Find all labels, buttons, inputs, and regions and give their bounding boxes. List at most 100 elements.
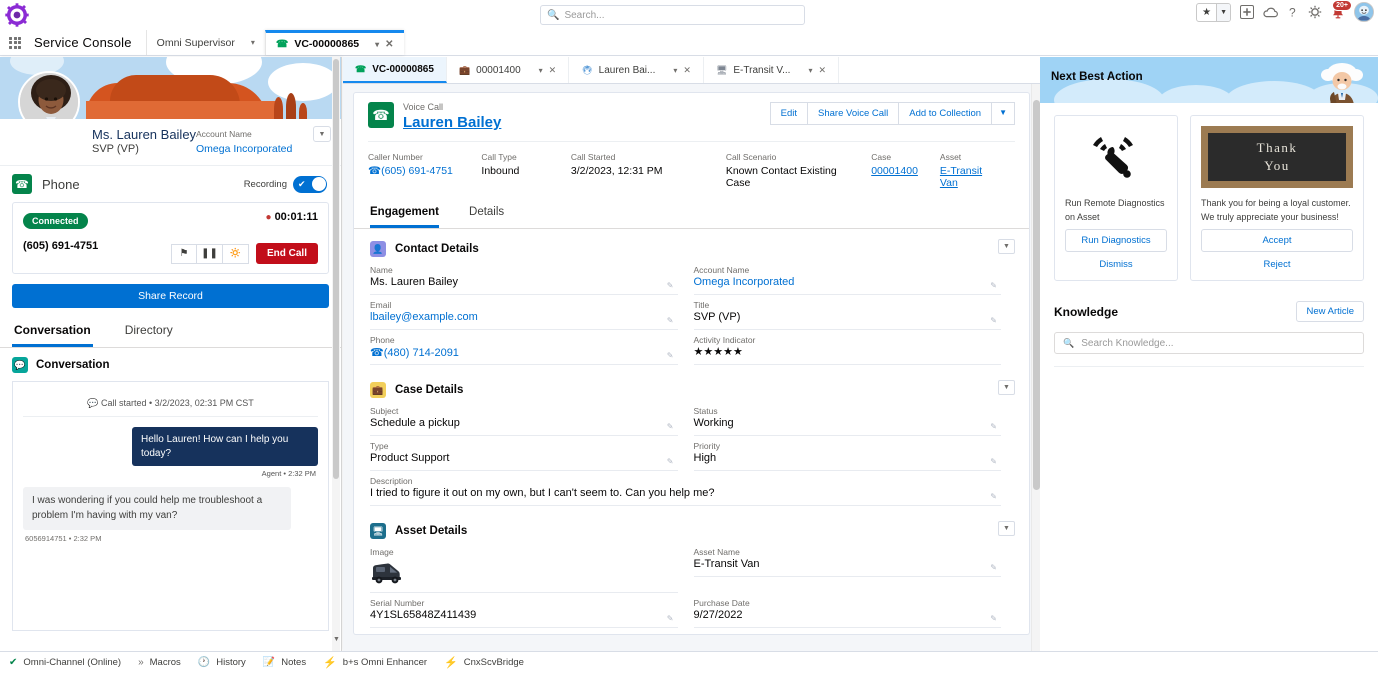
global-search-input[interactable]: 🔍 Search... — [540, 5, 805, 25]
call-timer: ● 00:01:11 — [265, 211, 318, 223]
nav-tab-omni-supervisor[interactable]: Omni Supervisor ▾ — [145, 30, 265, 55]
user-avatar-icon[interactable] — [1354, 2, 1374, 22]
sub-tab-label: 00001400 — [476, 64, 521, 76]
chevron-down-icon[interactable]: ▼ — [313, 126, 331, 142]
field-value[interactable]: ☎(605) 691-4751 — [368, 165, 465, 177]
utility-cnxscvbridge[interactable]: ⚡ CnxScvBridge — [440, 656, 537, 669]
tab-conversation[interactable]: Conversation — [12, 320, 93, 347]
bell-icon[interactable]: 20+ — [1331, 0, 1352, 20]
add-to-collection-button[interactable]: Add to Collection — [898, 102, 992, 125]
field-value-link[interactable]: lbailey@example.com — [370, 311, 678, 331]
new-article-button[interactable]: New Article — [1296, 301, 1364, 322]
share-voice-call-button[interactable]: Share Voice Call — [807, 102, 899, 125]
edit-pencil-icon[interactable]: ✎ — [667, 316, 674, 325]
utility-bs-omni-enhancer[interactable]: ⚡ b+s Omni Enhancer — [319, 656, 440, 669]
left-panel-scrollbar[interactable]: ▼ — [332, 57, 340, 651]
sub-tab-asset-e-transit-van[interactable]: 🖥 E-Transit V... ▾ ✕ — [704, 57, 839, 83]
plus-icon[interactable] — [1240, 5, 1254, 19]
knowledge-search-input[interactable]: 🔍 Search Knowledge... — [1054, 332, 1364, 354]
edit-pencil-icon[interactable]: ✎ — [990, 492, 997, 501]
run-diagnostics-button[interactable]: Run Diagnostics — [1065, 229, 1167, 252]
more-actions-chevron-down-icon[interactable]: ▼ — [991, 102, 1015, 125]
account-name-link[interactable]: Omega Incorporated — [196, 143, 292, 155]
pause-icon[interactable]: ❚❚ — [196, 243, 223, 264]
field-email: Email lbailey@example.com ✎ — [368, 300, 692, 331]
main-panel-scrollbar[interactable] — [1031, 84, 1040, 651]
chevron-down-icon[interactable]: ▾ — [673, 66, 677, 75]
utility-notes[interactable]: 📝 Notes — [259, 657, 319, 668]
edit-pencil-icon[interactable]: ✎ — [667, 614, 674, 623]
macros-icon: » — [138, 657, 144, 668]
chevron-down-icon[interactable]: ▾ — [375, 40, 379, 49]
field-value-link[interactable]: 00001400 — [871, 165, 924, 177]
edit-pencil-icon[interactable]: ✎ — [667, 281, 674, 290]
nav-tab-vc-00000865[interactable]: ☎ VC-00000865 ▾ ✕ — [264, 30, 404, 55]
edit-pencil-icon[interactable]: ✎ — [990, 614, 997, 623]
section-collapse-chevron-down-icon[interactable]: ▼ — [998, 380, 1015, 396]
utility-label: Notes — [281, 657, 307, 668]
edit-button[interactable]: Edit — [769, 102, 808, 125]
mute-icon[interactable]: 🔅 — [222, 243, 249, 264]
flag-icon[interactable]: ⚑ — [170, 243, 197, 264]
edit-pencil-icon[interactable]: ✎ — [990, 316, 997, 325]
field-label: Asset — [939, 152, 962, 163]
field-status: Status Working ✎ — [692, 406, 1016, 437]
field-value-phone[interactable]: ☎(480) 714-2091 — [370, 346, 678, 366]
scrollbar-thumb[interactable] — [333, 59, 339, 479]
section-collapse-chevron-down-icon[interactable]: ▼ — [998, 521, 1015, 537]
sub-tab-voice-call[interactable]: ☎ VC-00000865 — [343, 57, 447, 83]
utility-omni-channel[interactable]: ✔ Omni-Channel (Online) — [5, 657, 134, 668]
tab-engagement[interactable]: Engagement — [370, 206, 440, 229]
edit-pencil-icon[interactable]: ✎ — [667, 457, 674, 466]
app-launcher-icon[interactable] — [0, 30, 30, 55]
accept-button[interactable]: Accept — [1201, 229, 1353, 252]
contact-details-fields: Name Ms. Lauren Bailey ✎ Account Name Om… — [354, 265, 1029, 370]
edit-pencil-icon[interactable]: ✎ — [990, 563, 997, 572]
share-record-button[interactable]: Share Record — [12, 284, 329, 308]
contact-identity: Ms. Lauren Bailey SVP (VP) Account Name … — [0, 119, 341, 165]
field-value-link[interactable]: Omega Incorporated — [693, 276, 1001, 296]
chevron-down-icon[interactable]: ▼ — [1216, 3, 1230, 21]
favorites-control[interactable]: ★ ▼ — [1196, 2, 1231, 22]
close-icon[interactable]: ✕ — [683, 65, 691, 76]
next-best-action-header: Next Best Action — [1040, 57, 1378, 103]
dismiss-link[interactable]: Dismiss — [1065, 252, 1167, 271]
chevron-down-icon[interactable]: ▾ — [808, 66, 812, 75]
sub-tab-case-00001400[interactable]: 💼 00001400 ▾ ✕ — [447, 57, 570, 83]
close-icon[interactable]: ✕ — [549, 65, 557, 76]
field-value: 4Y1SL65848Z411439 — [370, 609, 678, 629]
chevron-down-icon[interactable]: ▾ — [251, 38, 255, 47]
edit-pencil-icon[interactable]: ✎ — [990, 457, 997, 466]
close-icon[interactable]: ✕ — [818, 65, 826, 76]
section-title: Contact Details — [395, 243, 479, 256]
field-value-link[interactable]: E-Transit Van — [940, 165, 999, 189]
chevron-down-icon[interactable]: ▾ — [539, 66, 543, 75]
tab-details[interactable]: Details — [469, 206, 504, 228]
next-best-action-title: Next Best Action — [1051, 71, 1143, 83]
tab-directory[interactable]: Directory — [123, 320, 175, 347]
sub-tab-contact-lauren-bailey[interactable]: 🖲 Lauren Bai... ▾ ✕ — [569, 57, 704, 83]
scroll-down-arrow-icon[interactable]: ▼ — [333, 636, 340, 643]
recording-toggle[interactable]: ✔ — [293, 175, 327, 193]
record-title[interactable]: Lauren Bailey — [403, 113, 501, 133]
end-call-button[interactable]: End Call — [255, 243, 318, 264]
edit-pencil-icon[interactable]: ✎ — [667, 422, 674, 431]
edit-pencil-icon[interactable]: ✎ — [667, 351, 674, 360]
reject-link[interactable]: Reject — [1201, 252, 1353, 271]
utility-history[interactable]: 🕐 History — [194, 657, 259, 668]
utility-macros[interactable]: » Macros — [134, 657, 194, 668]
question-mark-icon[interactable]: ? — [1287, 5, 1299, 20]
edit-pencil-icon[interactable]: ✎ — [990, 422, 997, 431]
star-icon[interactable]: ★ — [1197, 4, 1216, 21]
cloud-icon[interactable] — [1263, 6, 1278, 19]
scrollbar-thumb[interactable] — [1033, 100, 1040, 490]
edit-pencil-icon[interactable]: ✎ — [990, 281, 997, 290]
close-icon[interactable]: ✕ — [385, 39, 393, 50]
conversation-section-header: 💬 Conversation — [0, 348, 341, 381]
field-label: Call Started — [570, 152, 616, 163]
gear-logo-icon[interactable] — [3, 1, 31, 29]
gear-icon[interactable] — [1308, 5, 1322, 19]
section-collapse-chevron-down-icon[interactable]: ▼ — [998, 239, 1015, 255]
field-call-scenario: Call Scenario Known Contact Existing Cas… — [726, 152, 871, 189]
field-label: Image — [370, 547, 394, 558]
